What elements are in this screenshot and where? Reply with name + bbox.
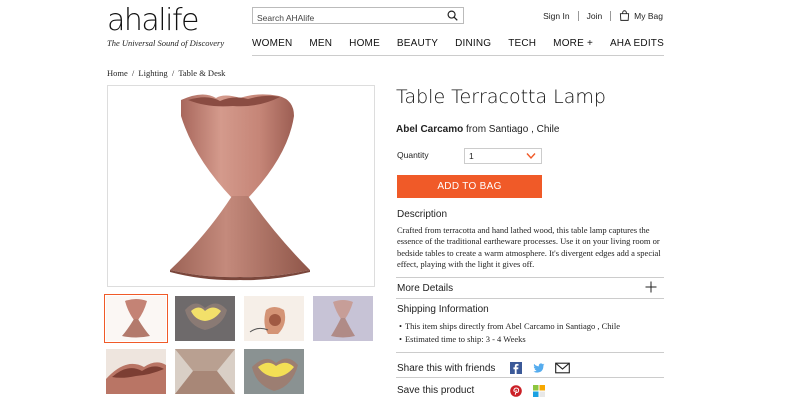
header-divider <box>252 55 664 56</box>
thumbnail-6[interactable] <box>175 349 235 394</box>
nav-men[interactable]: MEN <box>309 38 332 49</box>
nav-dining[interactable]: DINING <box>455 38 491 49</box>
quantity-value: 1 <box>469 151 474 161</box>
description-text: Crafted from terracotta and hand lathed … <box>397 225 661 269</box>
divider <box>577 10 579 21</box>
thumbnail-7[interactable] <box>244 349 304 394</box>
share-label: Share this with friends <box>397 363 496 374</box>
divider <box>396 377 664 378</box>
breadcrumb: Home / Lighting / Table & Desk <box>107 68 226 78</box>
breadcrumb-lighting[interactable]: Lighting <box>138 68 167 78</box>
shipping-list: This item ships directly from Abel Carca… <box>399 320 620 345</box>
shipping-item-origin: This item ships directly from Abel Carca… <box>399 320 620 333</box>
nav-beauty[interactable]: BEAUTY <box>397 38 438 49</box>
quantity-select[interactable]: 1 <box>464 148 542 164</box>
search-input[interactable] <box>253 10 433 26</box>
logo-wordmark: ahalife <box>107 3 199 38</box>
chevron-down-icon <box>526 153 536 160</box>
logo[interactable]: ahalife The Universal Sound of Discovery <box>107 3 225 49</box>
bookmark-icon[interactable] <box>533 385 545 397</box>
sign-in-link[interactable]: Sign In <box>543 11 569 21</box>
nav-home[interactable]: HOME <box>349 38 380 49</box>
nav-more[interactable]: MORE + <box>553 38 593 49</box>
main-nav: WOMEN MEN HOME BEAUTY DINING TECH MORE +… <box>252 38 664 49</box>
thumbnail-2[interactable] <box>175 296 235 341</box>
description-heading: Description <box>397 209 448 220</box>
search-box <box>252 7 464 26</box>
thumbnail-1[interactable] <box>104 294 168 343</box>
designer-line: Abel Carcamo from Santiago , Chile <box>396 124 559 135</box>
shipping-heading: Shipping Information <box>397 304 489 315</box>
designer-name[interactable]: Abel Carcamo <box>396 124 463 135</box>
save-label: Save this product <box>397 385 475 396</box>
bag-icon[interactable] <box>619 10 630 21</box>
lamp-illustration <box>170 94 310 281</box>
divider <box>396 352 664 353</box>
breadcrumb-table-desk[interactable]: Table & Desk <box>178 68 225 78</box>
thumbnail-4[interactable] <box>313 296 373 341</box>
nav-women[interactable]: WOMEN <box>252 38 292 49</box>
divider <box>396 298 664 299</box>
designer-origin: from Santiago , Chile <box>463 124 560 135</box>
nav-tech[interactable]: TECH <box>508 38 536 49</box>
my-bag-link[interactable]: My Bag <box>634 11 663 21</box>
add-to-bag-button[interactable]: ADD TO BAG <box>397 175 542 198</box>
nav-aha-edits[interactable]: AHA EDITS <box>610 38 664 49</box>
plus-icon[interactable] <box>645 281 657 293</box>
divider <box>610 10 612 21</box>
thumbnail-5[interactable] <box>106 349 166 394</box>
more-details-toggle[interactable]: More Details <box>397 283 453 294</box>
shipping-item-time: Estimated time to ship: 3 - 4 Weeks <box>399 333 620 346</box>
product-main-image[interactable] <box>107 85 375 287</box>
product-title: Table Terracotta Lamp <box>396 86 606 108</box>
twitter-icon[interactable] <box>533 362 545 374</box>
facebook-icon[interactable] <box>510 362 522 374</box>
thumbnail-3[interactable] <box>244 296 304 341</box>
search-icon[interactable] <box>447 10 458 21</box>
logo-tagline: The Universal Sound of Discovery <box>107 38 225 48</box>
pinterest-icon[interactable] <box>510 385 522 397</box>
account-links: Sign In Join My Bag <box>543 10 663 21</box>
join-link[interactable]: Join <box>587 11 603 21</box>
email-icon[interactable] <box>555 362 570 374</box>
quantity-label: Quantity <box>397 150 429 160</box>
breadcrumb-home[interactable]: Home <box>107 68 128 78</box>
divider <box>396 277 664 278</box>
